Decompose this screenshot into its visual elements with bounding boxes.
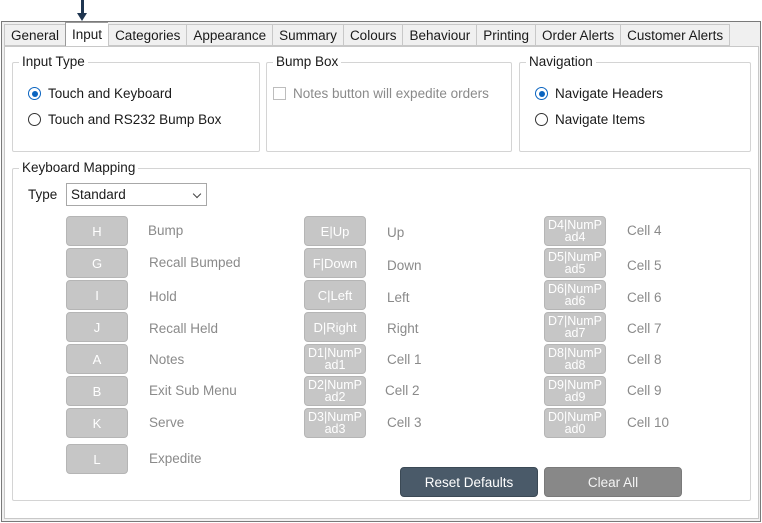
key-button[interactable]: D5|NumPad5 <box>544 248 606 278</box>
key-button[interactable]: D8|NumPad8 <box>544 344 606 374</box>
radio-touch-keyboard[interactable]: Touch and Keyboard <box>28 86 172 101</box>
key-button[interactable]: D4|NumPad4 <box>544 216 606 246</box>
tab-appearance[interactable]: Appearance <box>186 24 273 46</box>
chevron-down-icon <box>192 189 202 199</box>
tab-bar: General Input Categories Appearance Summ… <box>4 22 731 46</box>
tab-order-alerts[interactable]: Order Alerts <box>535 24 621 46</box>
key-action-label: Cell 5 <box>627 258 662 273</box>
radio-selected-icon <box>535 87 548 100</box>
tab-general[interactable]: General <box>4 24 66 46</box>
key-button[interactable]: H <box>66 216 128 246</box>
key-action-label: Recall Bumped <box>149 255 241 270</box>
key-button[interactable]: G <box>66 248 128 278</box>
key-action-label: Cell 9 <box>627 383 662 398</box>
type-select-value: Standard <box>71 187 126 202</box>
key-button[interactable]: B <box>66 376 128 406</box>
reset-defaults-button[interactable]: Reset Defaults <box>400 467 538 497</box>
key-button[interactable]: I <box>66 280 128 310</box>
radio-icon <box>535 113 548 126</box>
input-type-group: Input Type <box>12 54 260 152</box>
radio-touch-rs232[interactable]: Touch and RS232 Bump Box <box>28 112 221 127</box>
bump-box-title: Bump Box <box>273 54 342 69</box>
key-action-label: Cell 8 <box>627 352 662 367</box>
tab-categories[interactable]: Categories <box>108 24 187 46</box>
key-button[interactable]: D0|NumPad0 <box>544 408 606 438</box>
radio-label: Touch and Keyboard <box>48 86 172 101</box>
type-select[interactable]: Standard <box>66 183 207 206</box>
keyboard-mapping-title: Keyboard Mapping <box>19 160 139 175</box>
key-button[interactable]: D3|NumPad3 <box>304 408 366 438</box>
key-action-label: Cell 1 <box>387 352 422 367</box>
navigation-title: Navigation <box>526 54 596 69</box>
radio-navigate-items[interactable]: Navigate Items <box>535 112 645 127</box>
key-action-label: Cell 2 <box>385 383 420 398</box>
tab-customer-alerts[interactable]: Customer Alerts <box>620 24 731 46</box>
tab-input[interactable]: Input <box>65 22 109 46</box>
clear-all-button[interactable]: Clear All <box>544 467 682 497</box>
key-action-label: Recall Held <box>149 321 219 336</box>
key-action-label: Up <box>387 225 405 240</box>
key-button[interactable]: D6|NumPad6 <box>544 280 606 310</box>
radio-label: Navigate Headers <box>555 86 664 101</box>
key-action-label: Cell 3 <box>387 415 422 430</box>
notes-expedite-checkbox[interactable]: Notes button will expedite orders <box>273 86 489 101</box>
key-action-label: Left <box>387 290 410 305</box>
radio-navigate-headers[interactable]: Navigate Headers <box>535 86 663 101</box>
key-button[interactable]: F|Down <box>304 248 366 278</box>
input-type-title: Input Type <box>19 54 88 69</box>
radio-label: Touch and RS232 Bump Box <box>48 112 222 127</box>
key-action-label: Serve <box>149 415 185 430</box>
key-action-label: Notes <box>149 352 185 367</box>
pointer-arrow-icon <box>77 13 87 21</box>
key-action-label: Right <box>387 321 419 336</box>
key-button[interactable]: E|Up <box>304 216 366 246</box>
key-button[interactable]: L <box>66 444 128 474</box>
key-button[interactable]: D7|NumPad7 <box>544 312 606 342</box>
radio-label: Navigate Items <box>555 112 646 127</box>
key-action-label: Expedite <box>149 451 202 466</box>
radio-selected-icon <box>28 87 41 100</box>
key-button[interactable]: C|Left <box>304 280 366 310</box>
key-action-label: Cell 6 <box>627 290 662 305</box>
tab-colours[interactable]: Colours <box>342 24 403 46</box>
checkbox-label: Notes button will expedite orders <box>293 86 489 101</box>
key-action-label: Exit Sub Menu <box>149 383 237 398</box>
key-action-label: Cell 4 <box>627 223 662 238</box>
key-action-label: Bump <box>148 223 184 238</box>
key-action-label: Down <box>387 258 422 273</box>
key-button[interactable]: D|Right <box>304 312 366 342</box>
key-button[interactable]: A <box>66 344 128 374</box>
bump-box-group: Bump Box <box>266 54 512 152</box>
key-action-label: Cell 10 <box>627 415 670 430</box>
key-action-label: Hold <box>149 289 177 304</box>
key-button[interactable]: D1|NumPad1 <box>304 344 366 374</box>
key-button[interactable]: D2|NumPad2 <box>304 376 366 406</box>
key-button[interactable]: J <box>66 312 128 342</box>
tab-printing[interactable]: Printing <box>476 24 536 46</box>
navigation-group: Navigation <box>519 54 751 152</box>
tab-summary[interactable]: Summary <box>272 24 343 46</box>
key-action-label: Cell 7 <box>627 321 662 336</box>
key-button[interactable]: D9|NumPad9 <box>544 376 606 406</box>
radio-icon <box>28 113 41 126</box>
key-button[interactable]: K <box>66 408 128 438</box>
tab-behaviour[interactable]: Behaviour <box>402 24 477 46</box>
type-label: Type <box>28 187 58 202</box>
checkbox-icon <box>273 87 286 100</box>
